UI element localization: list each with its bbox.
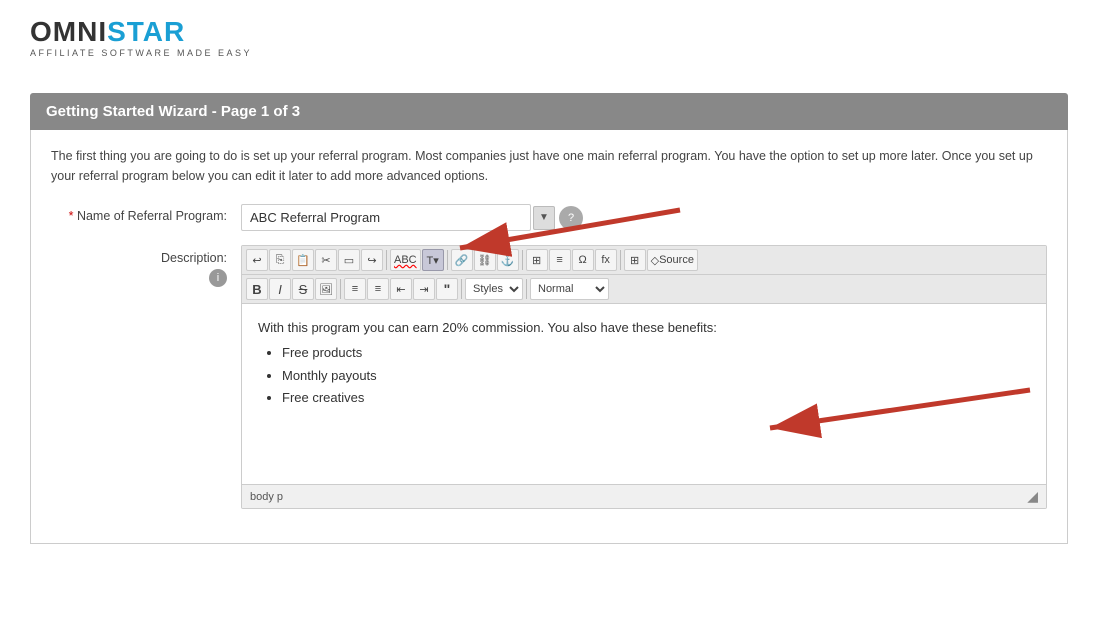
wizard-description-text: The first thing you are going to do is s… (51, 146, 1047, 186)
tb-strike-btn[interactable]: S (292, 278, 314, 300)
tb-italic-btn[interactable]: I (269, 278, 291, 300)
logo-text: OMNISTAR (30, 18, 1068, 46)
editor-bullet-3: Free creatives (282, 388, 1030, 409)
main-content: Getting Started Wizard - Page 1 of 3 The… (0, 68, 1098, 564)
name-input-action-btn[interactable]: ▼ (533, 206, 555, 230)
logo: OMNISTAR AFFILIATE SOFTWARE MADE EASY (30, 18, 1068, 58)
editor-statusbar: body p ◢ (242, 484, 1046, 508)
tb-image-btn[interactable]: 🖼 (315, 278, 337, 300)
logo-star: STAR (107, 16, 185, 47)
name-field-row: * Name of Referral Program: ▼ ? (51, 204, 1047, 231)
desc-label-col: Description: i (51, 245, 241, 287)
tb-sep-1 (386, 250, 387, 270)
tb-grid-btn[interactable]: ⊞ (624, 249, 646, 271)
tb-sep-7 (526, 279, 527, 299)
tb-pastetext-btn[interactable]: ▭ (338, 249, 360, 271)
page-wrapper: OMNISTAR AFFILIATE SOFTWARE MADE EASY Ge… (0, 0, 1098, 618)
editor-tag-path: body p (250, 491, 283, 503)
tb-sep-5 (340, 279, 341, 299)
name-help-btn[interactable]: ? (559, 206, 583, 230)
tb-blockquote-btn[interactable]: " (436, 278, 458, 300)
tb-sep-6 (461, 279, 462, 299)
tb-redo-btn[interactable]: ↪ (361, 249, 383, 271)
editor-content-area[interactable]: With this program you can earn 20% commi… (242, 304, 1046, 484)
tb-specialchar-btn[interactable]: Ω (572, 249, 594, 271)
styles-select[interactable]: Styles (465, 278, 523, 300)
tb-ordered-list-btn[interactable]: ≡ (344, 278, 366, 300)
tb-sep-4 (620, 250, 621, 270)
editor-bullet-2: Monthly payouts (282, 366, 1030, 387)
tb-copy-btn[interactable]: ⎘ (269, 249, 291, 271)
tb-anchor-btn[interactable]: ⚓ (497, 249, 519, 271)
toolbar-row-1: ↩ ⎘ 📋 ✂ ▭ ↪ ABC T▾ 🔗 ⛓ ⚓ ⊞ (242, 246, 1046, 275)
rich-text-editor: ↩ ⎘ 📋 ✂ ▭ ↪ ABC T▾ 🔗 ⛓ ⚓ ⊞ (241, 245, 1047, 509)
tb-sep-3 (522, 250, 523, 270)
toolbar-row-2: B I S 🖼 ≡ ≡ ⇤ ⇥ " Styles (242, 275, 1046, 304)
tb-indent-btn[interactable]: ⇥ (413, 278, 435, 300)
wizard-title: Getting Started Wizard - Page 1 of 3 (46, 103, 300, 120)
tb-link-btn[interactable]: 🔗 (451, 249, 473, 271)
name-label-text: * Name of Referral Program: (69, 209, 227, 223)
source-label: Source (659, 254, 694, 266)
tb-outdent-btn[interactable]: ⇤ (390, 278, 412, 300)
tb-unlink-btn[interactable]: ⛓ (474, 249, 496, 271)
tb-align-btn[interactable]: ≡ (549, 249, 571, 271)
tb-unordered-list-btn[interactable]: ≡ (367, 278, 389, 300)
tb-cut-btn[interactable]: ✂ (315, 249, 337, 271)
info-i: i (217, 272, 219, 284)
description-field-row: Description: i ↩ ⎘ 📋 ✂ ▭ ↪ (51, 245, 1047, 509)
name-input[interactable] (241, 204, 531, 231)
format-select[interactable]: Normal Heading 1 Heading 2 (530, 278, 609, 300)
wizard-header: Getting Started Wizard - Page 1 of 3 (30, 93, 1068, 130)
editor-bullets-list: Free products Monthly payouts Free creat… (258, 343, 1030, 409)
tb-paste-btn[interactable]: 📋 (292, 249, 314, 271)
tb-sep-2 (447, 250, 448, 270)
name-label: * Name of Referral Program: (51, 204, 241, 223)
logo-tagline: AFFILIATE SOFTWARE MADE EASY (30, 48, 1068, 58)
tb-spellcheck-btn[interactable]: ABC (390, 249, 421, 271)
tb-bold-btn[interactable]: B (246, 278, 268, 300)
tb-undo-btn[interactable]: ↩ (246, 249, 268, 271)
tb-table-btn[interactable]: ⊞ (526, 249, 548, 271)
required-star: * (69, 209, 77, 223)
name-input-wrap: ▼ ? (241, 204, 583, 231)
tb-source-btn[interactable]: ◇ Source (647, 249, 698, 271)
logo-omni: OMNI (30, 16, 107, 47)
editor-resize-handle[interactable]: ◢ (1027, 488, 1038, 505)
tb-format-btn[interactable]: T▾ (422, 249, 444, 271)
editor-bullet-1: Free products (282, 343, 1030, 364)
wizard-body: The first thing you are going to do is s… (30, 130, 1068, 544)
description-label: Description: (161, 251, 227, 265)
description-info-icon[interactable]: i (209, 269, 227, 287)
header: OMNISTAR AFFILIATE SOFTWARE MADE EASY (0, 0, 1098, 68)
tb-math-btn[interactable]: fx (595, 249, 617, 271)
editor-intro-text: With this program you can earn 20% commi… (258, 318, 1030, 339)
